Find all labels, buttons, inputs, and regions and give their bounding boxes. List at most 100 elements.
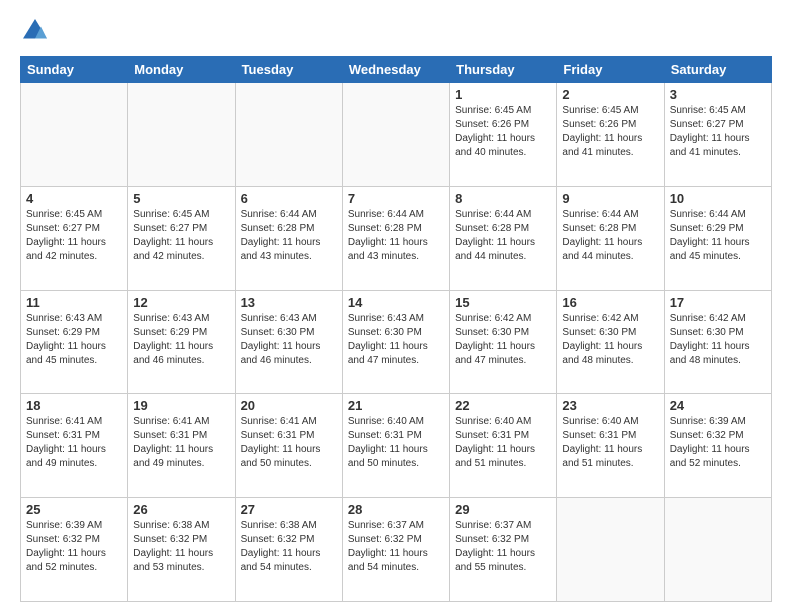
week-row-4: 18 Sunrise: 6:41 AM Sunset: 6:31 PM Dayli… (21, 394, 772, 498)
day-number: 20 (241, 398, 337, 413)
calendar-cell: 24 Sunrise: 6:39 AM Sunset: 6:32 PM Dayli… (664, 394, 771, 498)
weekday-header-row: SundayMondayTuesdayWednesdayThursdayFrid… (21, 57, 772, 83)
week-row-5: 25 Sunrise: 6:39 AM Sunset: 6:32 PM Dayli… (21, 498, 772, 602)
calendar-cell (21, 83, 128, 187)
day-info: Sunrise: 6:45 AM Sunset: 6:27 PM Dayligh… (26, 208, 122, 264)
calendar-cell (664, 498, 771, 602)
day-info: Sunrise: 6:45 AM Sunset: 6:26 PM Dayligh… (562, 104, 658, 160)
calendar-cell: 23 Sunrise: 6:40 AM Sunset: 6:31 PM Dayli… (557, 394, 664, 498)
day-number: 25 (26, 502, 122, 517)
day-info: Sunrise: 6:39 AM Sunset: 6:32 PM Dayligh… (26, 519, 122, 575)
day-info: Sunrise: 6:43 AM Sunset: 6:29 PM Dayligh… (26, 312, 122, 368)
day-number: 13 (241, 295, 337, 310)
day-number: 18 (26, 398, 122, 413)
day-info: Sunrise: 6:37 AM Sunset: 6:32 PM Dayligh… (348, 519, 444, 575)
calendar-cell: 22 Sunrise: 6:40 AM Sunset: 6:31 PM Dayli… (450, 394, 557, 498)
week-row-1: 1 Sunrise: 6:45 AM Sunset: 6:26 PM Daylig… (21, 83, 772, 187)
day-info: Sunrise: 6:37 AM Sunset: 6:32 PM Dayligh… (455, 519, 551, 575)
week-row-3: 11 Sunrise: 6:43 AM Sunset: 6:29 PM Dayli… (21, 290, 772, 394)
day-number: 27 (241, 502, 337, 517)
day-info: Sunrise: 6:39 AM Sunset: 6:32 PM Dayligh… (670, 415, 766, 471)
day-number: 8 (455, 191, 551, 206)
day-number: 26 (133, 502, 229, 517)
calendar-cell: 29 Sunrise: 6:37 AM Sunset: 6:32 PM Dayli… (450, 498, 557, 602)
day-info: Sunrise: 6:44 AM Sunset: 6:28 PM Dayligh… (348, 208, 444, 264)
calendar-cell: 4 Sunrise: 6:45 AM Sunset: 6:27 PM Daylig… (21, 186, 128, 290)
day-info: Sunrise: 6:44 AM Sunset: 6:28 PM Dayligh… (455, 208, 551, 264)
calendar-cell: 21Sunrise: 6:40 AM Sunset: 6:31 PM Dayli… (342, 394, 449, 498)
day-number: 16 (562, 295, 658, 310)
calendar-cell: 25 Sunrise: 6:39 AM Sunset: 6:32 PM Dayli… (21, 498, 128, 602)
day-info: Sunrise: 6:42 AM Sunset: 6:30 PM Dayligh… (562, 312, 658, 368)
calendar-cell (557, 498, 664, 602)
calendar-cell: 13 Sunrise: 6:43 AM Sunset: 6:30 PM Dayli… (235, 290, 342, 394)
day-info: Sunrise: 6:41 AM Sunset: 6:31 PM Dayligh… (26, 415, 122, 471)
day-info: Sunrise: 6:43 AM Sunset: 6:30 PM Dayligh… (348, 312, 444, 368)
calendar-cell: 10Sunrise: 6:44 AM Sunset: 6:29 PM Dayli… (664, 186, 771, 290)
weekday-header-sunday: Sunday (21, 57, 128, 83)
calendar-cell: 16 Sunrise: 6:42 AM Sunset: 6:30 PM Dayli… (557, 290, 664, 394)
calendar-cell: 15 Sunrise: 6:42 AM Sunset: 6:30 PM Dayli… (450, 290, 557, 394)
day-info: Sunrise: 6:42 AM Sunset: 6:30 PM Dayligh… (670, 312, 766, 368)
calendar-cell: 9 Sunrise: 6:44 AM Sunset: 6:28 PM Daylig… (557, 186, 664, 290)
calendar-cell: 12 Sunrise: 6:43 AM Sunset: 6:29 PM Dayli… (128, 290, 235, 394)
day-number: 4 (26, 191, 122, 206)
calendar-cell: 18 Sunrise: 6:41 AM Sunset: 6:31 PM Dayli… (21, 394, 128, 498)
day-number: 7 (348, 191, 444, 206)
calendar-cell: 7 Sunrise: 6:44 AM Sunset: 6:28 PM Daylig… (342, 186, 449, 290)
calendar-cell: 3 Sunrise: 6:45 AM Sunset: 6:27 PM Daylig… (664, 83, 771, 187)
calendar-cell: 28 Sunrise: 6:37 AM Sunset: 6:32 PM Dayli… (342, 498, 449, 602)
day-number: 6 (241, 191, 337, 206)
calendar-cell: 17Sunrise: 6:42 AM Sunset: 6:30 PM Dayli… (664, 290, 771, 394)
calendar-cell: 2 Sunrise: 6:45 AM Sunset: 6:26 PM Daylig… (557, 83, 664, 187)
day-number: 11 (26, 295, 122, 310)
day-info: Sunrise: 6:40 AM Sunset: 6:31 PM Dayligh… (455, 415, 551, 471)
day-info: Sunrise: 6:45 AM Sunset: 6:27 PM Dayligh… (670, 104, 766, 160)
day-info: Sunrise: 6:44 AM Sunset: 6:28 PM Dayligh… (562, 208, 658, 264)
day-number: 19 (133, 398, 229, 413)
calendar-cell: 6Sunrise: 6:44 AM Sunset: 6:28 PM Daylig… (235, 186, 342, 290)
day-number: 24 (670, 398, 766, 413)
calendar-cell: 27 Sunrise: 6:38 AM Sunset: 6:32 PM Dayli… (235, 498, 342, 602)
day-number: 23 (562, 398, 658, 413)
day-info: Sunrise: 6:38 AM Sunset: 6:32 PM Dayligh… (241, 519, 337, 575)
day-number: 12 (133, 295, 229, 310)
calendar-cell: 11 Sunrise: 6:43 AM Sunset: 6:29 PM Dayli… (21, 290, 128, 394)
calendar-cell: 26 Sunrise: 6:38 AM Sunset: 6:32 PM Dayli… (128, 498, 235, 602)
calendar-cell: 20Sunrise: 6:41 AM Sunset: 6:31 PM Dayli… (235, 394, 342, 498)
day-info: Sunrise: 6:44 AM Sunset: 6:29 PM Dayligh… (670, 208, 766, 264)
day-info: Sunrise: 6:45 AM Sunset: 6:27 PM Dayligh… (133, 208, 229, 264)
day-info: Sunrise: 6:42 AM Sunset: 6:30 PM Dayligh… (455, 312, 551, 368)
weekday-header-friday: Friday (557, 57, 664, 83)
day-number: 15 (455, 295, 551, 310)
day-number: 3 (670, 87, 766, 102)
day-number: 22 (455, 398, 551, 413)
logo (20, 16, 56, 46)
calendar-cell (128, 83, 235, 187)
calendar-cell (235, 83, 342, 187)
calendar-cell: 1Sunrise: 6:45 AM Sunset: 6:26 PM Daylig… (450, 83, 557, 187)
calendar-cell (342, 83, 449, 187)
weekday-header-thursday: Thursday (450, 57, 557, 83)
day-info: Sunrise: 6:43 AM Sunset: 6:30 PM Dayligh… (241, 312, 337, 368)
day-info: Sunrise: 6:43 AM Sunset: 6:29 PM Dayligh… (133, 312, 229, 368)
header (20, 16, 772, 46)
weekday-header-saturday: Saturday (664, 57, 771, 83)
calendar-cell: 8 Sunrise: 6:44 AM Sunset: 6:28 PM Daylig… (450, 186, 557, 290)
day-number: 21 (348, 398, 444, 413)
day-number: 9 (562, 191, 658, 206)
weekday-header-wednesday: Wednesday (342, 57, 449, 83)
day-info: Sunrise: 6:40 AM Sunset: 6:31 PM Dayligh… (562, 415, 658, 471)
weekday-header-tuesday: Tuesday (235, 57, 342, 83)
day-number: 28 (348, 502, 444, 517)
calendar-cell: 5 Sunrise: 6:45 AM Sunset: 6:27 PM Daylig… (128, 186, 235, 290)
day-number: 29 (455, 502, 551, 517)
day-number: 14 (348, 295, 444, 310)
calendar-cell: 14 Sunrise: 6:43 AM Sunset: 6:30 PM Dayli… (342, 290, 449, 394)
day-info: Sunrise: 6:41 AM Sunset: 6:31 PM Dayligh… (133, 415, 229, 471)
day-number: 5 (133, 191, 229, 206)
day-info: Sunrise: 6:38 AM Sunset: 6:32 PM Dayligh… (133, 519, 229, 575)
day-number: 1 (455, 87, 551, 102)
logo-icon (20, 16, 50, 46)
day-number: 2 (562, 87, 658, 102)
